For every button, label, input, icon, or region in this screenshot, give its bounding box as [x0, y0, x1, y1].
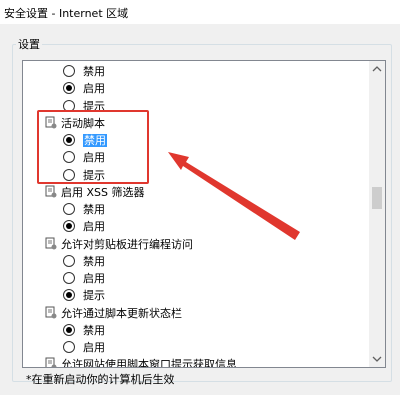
- settings-list-content: 禁用 启用 提示 活动脚本 禁用 启用 提示 启用 XSS 筛选器 禁用 启用 允许对剪贴板进行编程…: [23, 61, 369, 367]
- settings-list[interactable]: 禁用 启用 提示 活动脚本 禁用 启用 提示 启用 XSS 筛选器 禁用 启用 允许对剪贴板进行编程…: [22, 60, 386, 368]
- radio-button[interactable]: [63, 168, 75, 181]
- script-settings-icon: [45, 116, 57, 129]
- option-label[interactable]: 禁用: [83, 255, 105, 268]
- option-label[interactable]: 禁用: [83, 203, 105, 216]
- radio-option[interactable]: 禁用: [63, 63, 105, 80]
- radio-option[interactable]: 禁用: [63, 132, 107, 149]
- radio-option[interactable]: 启用: [63, 80, 105, 97]
- window-title: 安全设置 - Internet 区域: [4, 7, 129, 20]
- chevron-down-icon: [372, 356, 382, 362]
- radio-option[interactable]: 启用: [63, 270, 105, 287]
- option-label[interactable]: 启用: [83, 220, 105, 233]
- radio-option[interactable]: 禁用: [63, 201, 105, 218]
- radio-option[interactable]: 提示: [63, 287, 105, 304]
- option-label[interactable]: 禁用: [83, 134, 107, 147]
- category-label: 活动脚本: [61, 116, 105, 130]
- restart-note: *在重新启动你的计算机后生效: [26, 373, 175, 386]
- option-label[interactable]: 启用: [83, 272, 105, 285]
- settings-group-label: 设置: [16, 36, 42, 52]
- option-label[interactable]: 提示: [83, 169, 105, 182]
- vertical-scrollbar[interactable]: [369, 61, 385, 367]
- radio-button[interactable]: [63, 323, 75, 336]
- radio-button[interactable]: [63, 220, 75, 233]
- radio-button[interactable]: [63, 341, 75, 353]
- radio-option[interactable]: 禁用: [63, 322, 105, 339]
- category-label: 允许通过脚本更新状态栏: [61, 306, 182, 320]
- option-label[interactable]: 启用: [83, 151, 105, 164]
- radio-option[interactable]: 启用: [63, 339, 105, 356]
- scroll-down-arrow[interactable]: [369, 351, 385, 367]
- script-settings-icon: [45, 237, 57, 250]
- scroll-up-arrow[interactable]: [369, 61, 385, 77]
- radio-button[interactable]: [63, 254, 75, 267]
- radio-option[interactable]: 启用: [63, 149, 105, 166]
- script-settings-icon: [45, 185, 57, 198]
- radio-option[interactable]: 启用: [63, 218, 105, 235]
- setting-category: 允许对剪贴板进行编程访问: [45, 236, 193, 253]
- script-settings-icon: [45, 306, 57, 319]
- option-label[interactable]: 提示: [83, 289, 105, 302]
- radio-button[interactable]: [63, 99, 75, 112]
- radio-button[interactable]: [63, 203, 75, 215]
- option-label[interactable]: 启用: [83, 82, 105, 95]
- option-label[interactable]: 提示: [83, 100, 105, 113]
- chevron-up-icon: [372, 66, 382, 72]
- radio-button[interactable]: [63, 151, 75, 164]
- option-label[interactable]: 禁用: [83, 65, 105, 78]
- option-label[interactable]: 禁用: [83, 324, 105, 337]
- radio-option[interactable]: 提示: [63, 167, 105, 184]
- radio-option[interactable]: 提示: [63, 98, 105, 115]
- category-label: 允许网站使用脚本窗口提示获取信息: [61, 358, 237, 367]
- setting-category: 启用 XSS 筛选器: [45, 184, 145, 201]
- script-settings-icon: [45, 357, 57, 367]
- radio-button[interactable]: [63, 134, 75, 146]
- radio-button[interactable]: [63, 65, 75, 77]
- title-bar: 安全设置 - Internet 区域: [0, 0, 400, 24]
- setting-category: 允许通过脚本更新状态栏: [45, 305, 182, 322]
- radio-option[interactable]: 禁用: [63, 253, 105, 270]
- setting-category: 活动脚本: [45, 115, 105, 132]
- category-label: 启用 XSS 筛选器: [61, 185, 145, 199]
- radio-button[interactable]: [63, 272, 75, 284]
- setting-category: 允许网站使用脚本窗口提示获取信息: [45, 356, 237, 367]
- radio-button[interactable]: [63, 289, 75, 302]
- radio-button[interactable]: [63, 82, 75, 95]
- option-label[interactable]: 启用: [83, 341, 105, 354]
- category-label: 允许对剪贴板进行编程访问: [61, 237, 193, 251]
- scroll-thumb[interactable]: [372, 187, 382, 209]
